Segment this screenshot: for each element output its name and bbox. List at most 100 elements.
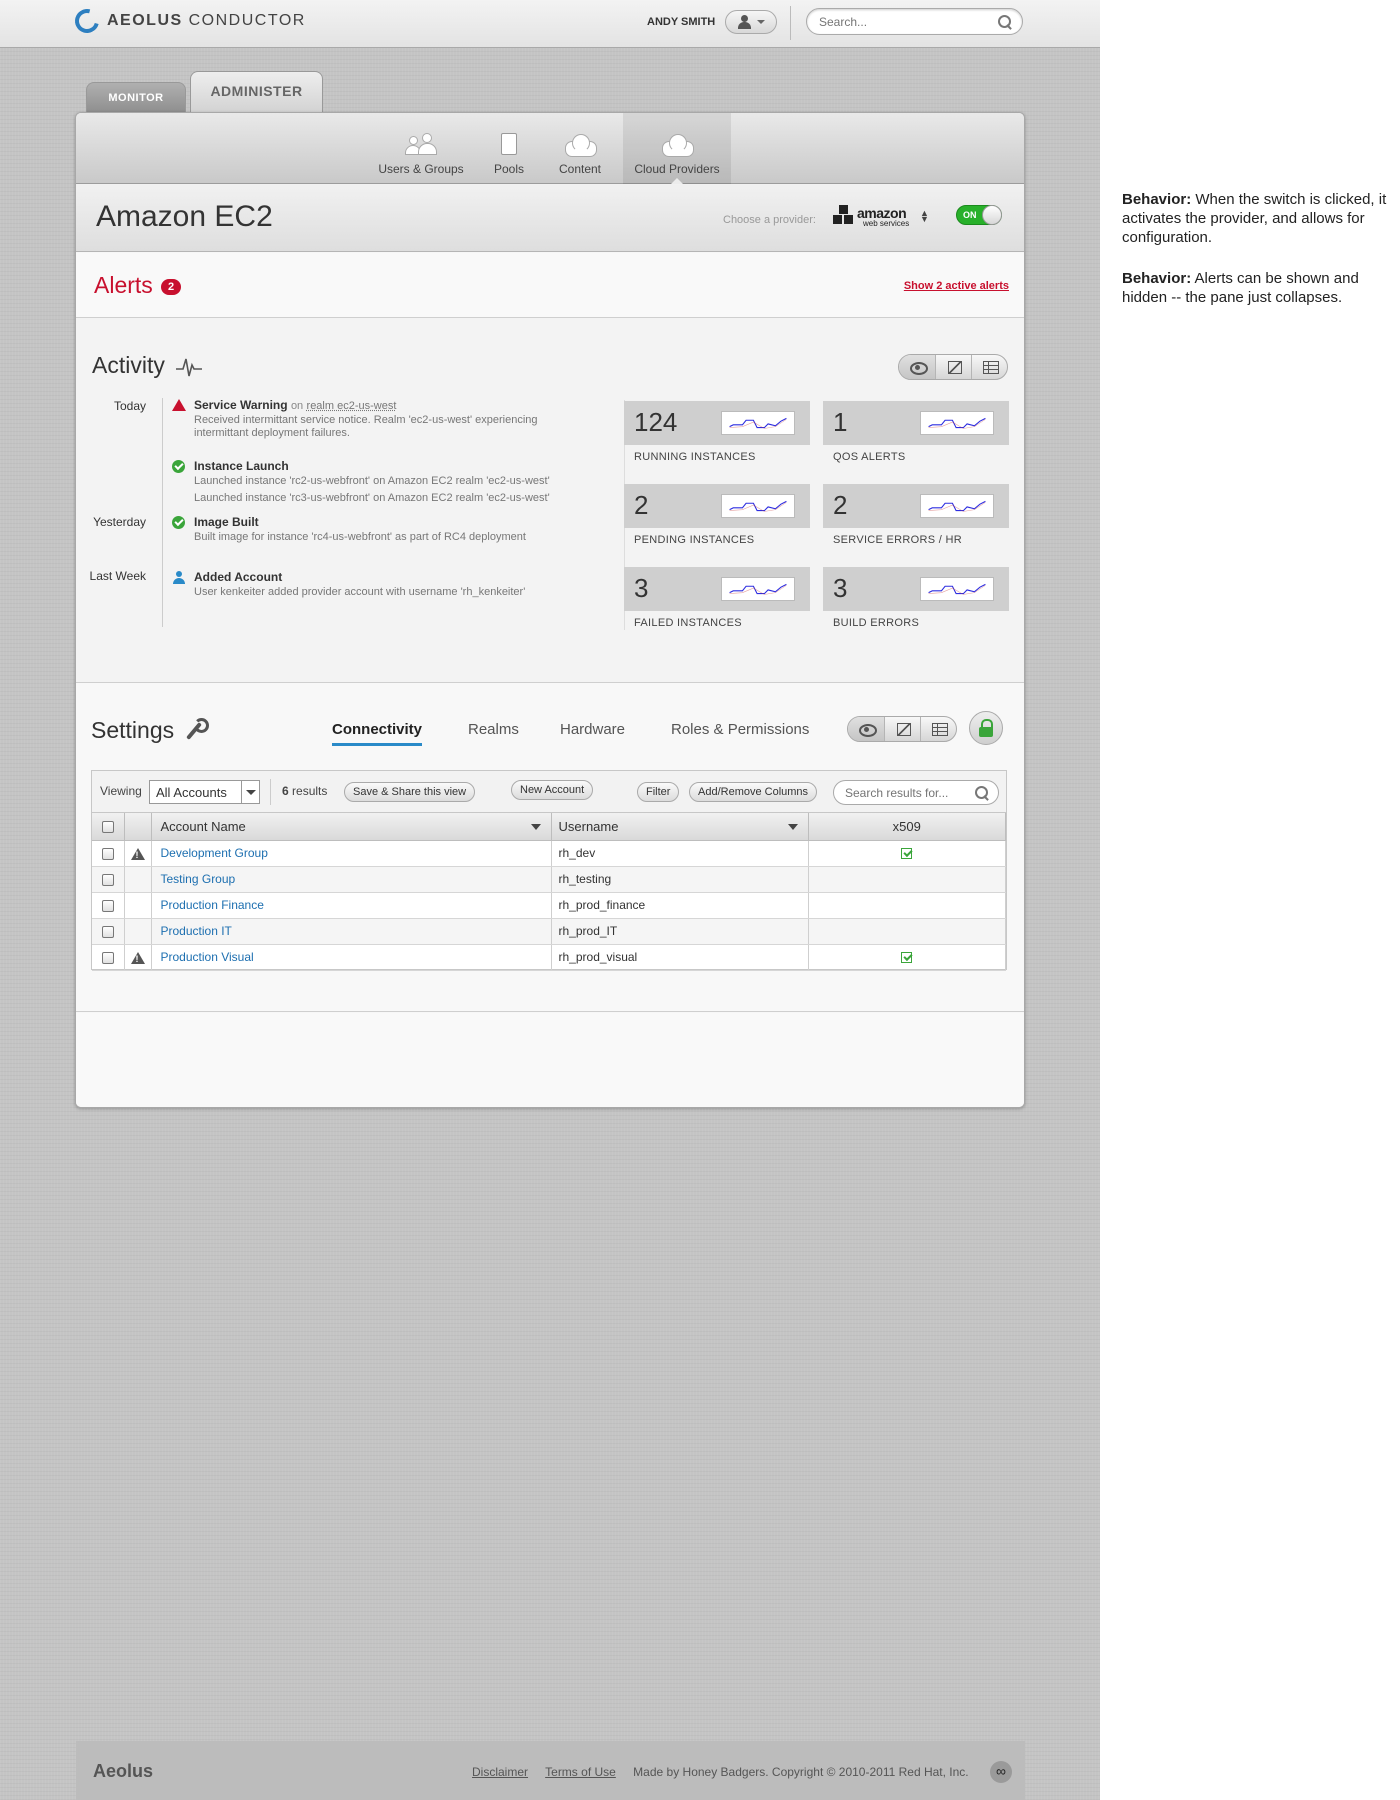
user-icon <box>172 571 185 584</box>
tab-realms[interactable]: Realms <box>468 721 519 738</box>
stat-value: 2 <box>634 490 649 520</box>
subnav-cloud-providers[interactable]: Cloud Providers <box>623 113 731 185</box>
settings-title: Settings <box>91 717 175 743</box>
account-link[interactable]: Development Group <box>161 846 268 860</box>
stat-card[interactable]: 124 RUNNING INSTANCES <box>624 401 810 465</box>
account-link[interactable]: Production Finance <box>161 898 264 912</box>
account-link[interactable]: Production Visual <box>161 950 254 964</box>
event-description: User kenkeiter added provider account wi… <box>194 586 526 598</box>
footer-credit: Made by Honey Badgers. Copyright © 2010-… <box>633 1765 969 1779</box>
subnav-users-groups[interactable]: Users & Groups <box>372 113 470 184</box>
column-header-x509[interactable]: x509 <box>808 813 1006 841</box>
accounts-table: Account Name Username x509 Development G… <box>92 813 1006 971</box>
infinity-icon[interactable]: ∞ <box>990 1761 1012 1783</box>
row-checkbox[interactable] <box>102 873 114 886</box>
grid-search[interactable] <box>833 780 999 805</box>
brand-logo[interactable]: AEOLUS CONDUCTOR <box>70 4 306 38</box>
warning-icon <box>130 951 145 964</box>
behavior-note: Behavior: Alerts can be shown and hidden… <box>1122 270 1359 306</box>
realm-link[interactable]: realm ec2-us-west <box>307 400 397 412</box>
chart-view-icon[interactable] <box>935 355 971 379</box>
account-link[interactable]: Production IT <box>161 924 232 938</box>
provider-toggle-switch[interactable]: ON <box>956 205 1002 225</box>
column-header-account-name[interactable]: Account Name <box>151 813 552 841</box>
row-checkbox[interactable] <box>102 899 114 912</box>
tab-hardware[interactable]: Hardware <box>560 721 625 738</box>
success-icon <box>172 460 185 473</box>
subnav-pools[interactable]: Pools <box>481 113 537 184</box>
global-search[interactable] <box>806 8 1023 35</box>
users-icon <box>404 133 438 155</box>
row-checkbox[interactable] <box>102 847 114 860</box>
column-header-username[interactable]: Username <box>551 813 809 841</box>
activity-view-toggle <box>898 354 1008 380</box>
sparkline-chart <box>721 494 795 518</box>
new-account-button[interactable]: New Account <box>511 780 594 800</box>
lock-icon[interactable] <box>969 711 1003 745</box>
search-icon[interactable] <box>998 15 1012 29</box>
viewing-select[interactable]: All Accounts <box>149 780 260 804</box>
sparkline-chart <box>920 577 994 601</box>
user-name: ANDY SMITH <box>647 16 716 28</box>
tab-roles-permissions[interactable]: Roles & Permissions <box>671 721 809 738</box>
terms-of-use-link[interactable]: Terms of Use <box>545 1765 616 1779</box>
global-search-input[interactable] <box>819 15 989 29</box>
x509-cell <box>808 892 1006 919</box>
stat-card[interactable]: 3 FAILED INSTANCES <box>624 567 810 631</box>
search-icon[interactable] <box>975 786 989 800</box>
save-share-view-button[interactable]: Save & Share this view <box>344 782 476 802</box>
account-link[interactable]: Testing Group <box>161 872 236 886</box>
header-divider <box>790 6 791 40</box>
sort-arrow-icon[interactable] <box>530 824 541 830</box>
check-icon <box>901 952 913 964</box>
user-avatar-icon <box>737 15 751 29</box>
table-row[interactable]: Testing Group rh_testing <box>92 866 1006 893</box>
table-row[interactable]: Production IT rh_prod_IT <box>92 918 1006 945</box>
chart-view-icon[interactable] <box>884 717 920 741</box>
sparkline-chart <box>920 494 994 518</box>
eye-icon[interactable] <box>848 717 884 741</box>
stat-card[interactable]: 2 PENDING INSTANCES <box>624 484 810 548</box>
stat-label: RUNNING INSTANCES <box>634 451 756 463</box>
tab-monitor[interactable]: MONITOR <box>86 82 186 112</box>
warning-icon <box>130 847 145 860</box>
table-view-icon[interactable] <box>920 717 956 741</box>
tab-administer[interactable]: ADMINISTER <box>190 71 323 112</box>
switch-label: ON <box>963 210 977 220</box>
stat-card[interactable]: 3 BUILD ERRORS <box>823 567 1009 631</box>
user-menu-button[interactable] <box>725 10 777 34</box>
row-checkbox[interactable] <box>102 951 114 964</box>
eye-icon[interactable] <box>899 355 935 379</box>
table-row[interactable]: Production Visual rh_prod_visual <box>92 944 1006 971</box>
table-row[interactable]: Development Group rh_dev <box>92 840 1006 867</box>
alerts-pane: Alerts 2 Show 2 active alerts <box>76 253 1024 318</box>
row-status-cell <box>124 866 152 893</box>
accounts-grid: Viewing All Accounts 6 results Save & Sh… <box>91 770 1007 971</box>
filter-button[interactable]: Filter <box>637 782 680 802</box>
grid-search-input[interactable] <box>845 786 970 800</box>
username-cell: rh_prod_visual <box>551 944 809 971</box>
select-all-checkbox[interactable] <box>102 821 114 834</box>
add-remove-columns-button[interactable]: Add/Remove Columns <box>689 782 818 802</box>
accounts-table-body: Development Group rh_dev Testing Group rh_t… <box>92 840 1006 971</box>
grid-toolbar: Viewing All Accounts 6 results Save & Sh… <box>92 771 1006 813</box>
tab-connectivity[interactable]: Connectivity <box>332 721 423 746</box>
show-alerts-link[interactable]: Show 2 active alerts <box>904 280 1009 292</box>
stat-card[interactable]: 2 SERVICE ERRORS / HR <box>823 484 1009 548</box>
subnav-content[interactable]: Content <box>550 113 610 184</box>
provider-select[interactable]: amazon web services ▲ ▼ <box>833 201 933 231</box>
table-row[interactable]: Production Finance rh_prod_finance <box>92 892 1006 919</box>
admin-subnav: Users & Groups Pools Content Cloud Provi… <box>76 113 1024 185</box>
stat-value: 3 <box>833 573 848 603</box>
x509-cell <box>808 866 1006 893</box>
stat-value: 2 <box>833 490 848 520</box>
sort-arrow-icon[interactable] <box>787 824 798 830</box>
panel-footer-space <box>76 1013 1024 1107</box>
event-description: Launched instance 'rc2-us-webfront' on A… <box>194 475 550 487</box>
row-checkbox[interactable] <box>102 925 114 938</box>
warning-icon <box>172 399 186 411</box>
table-view-icon[interactable] <box>971 355 1007 379</box>
subnav-label: Users & Groups <box>378 162 464 176</box>
disclaimer-link[interactable]: Disclaimer <box>472 1765 528 1779</box>
stat-card[interactable]: 1 QOS ALERTS <box>823 401 1009 465</box>
